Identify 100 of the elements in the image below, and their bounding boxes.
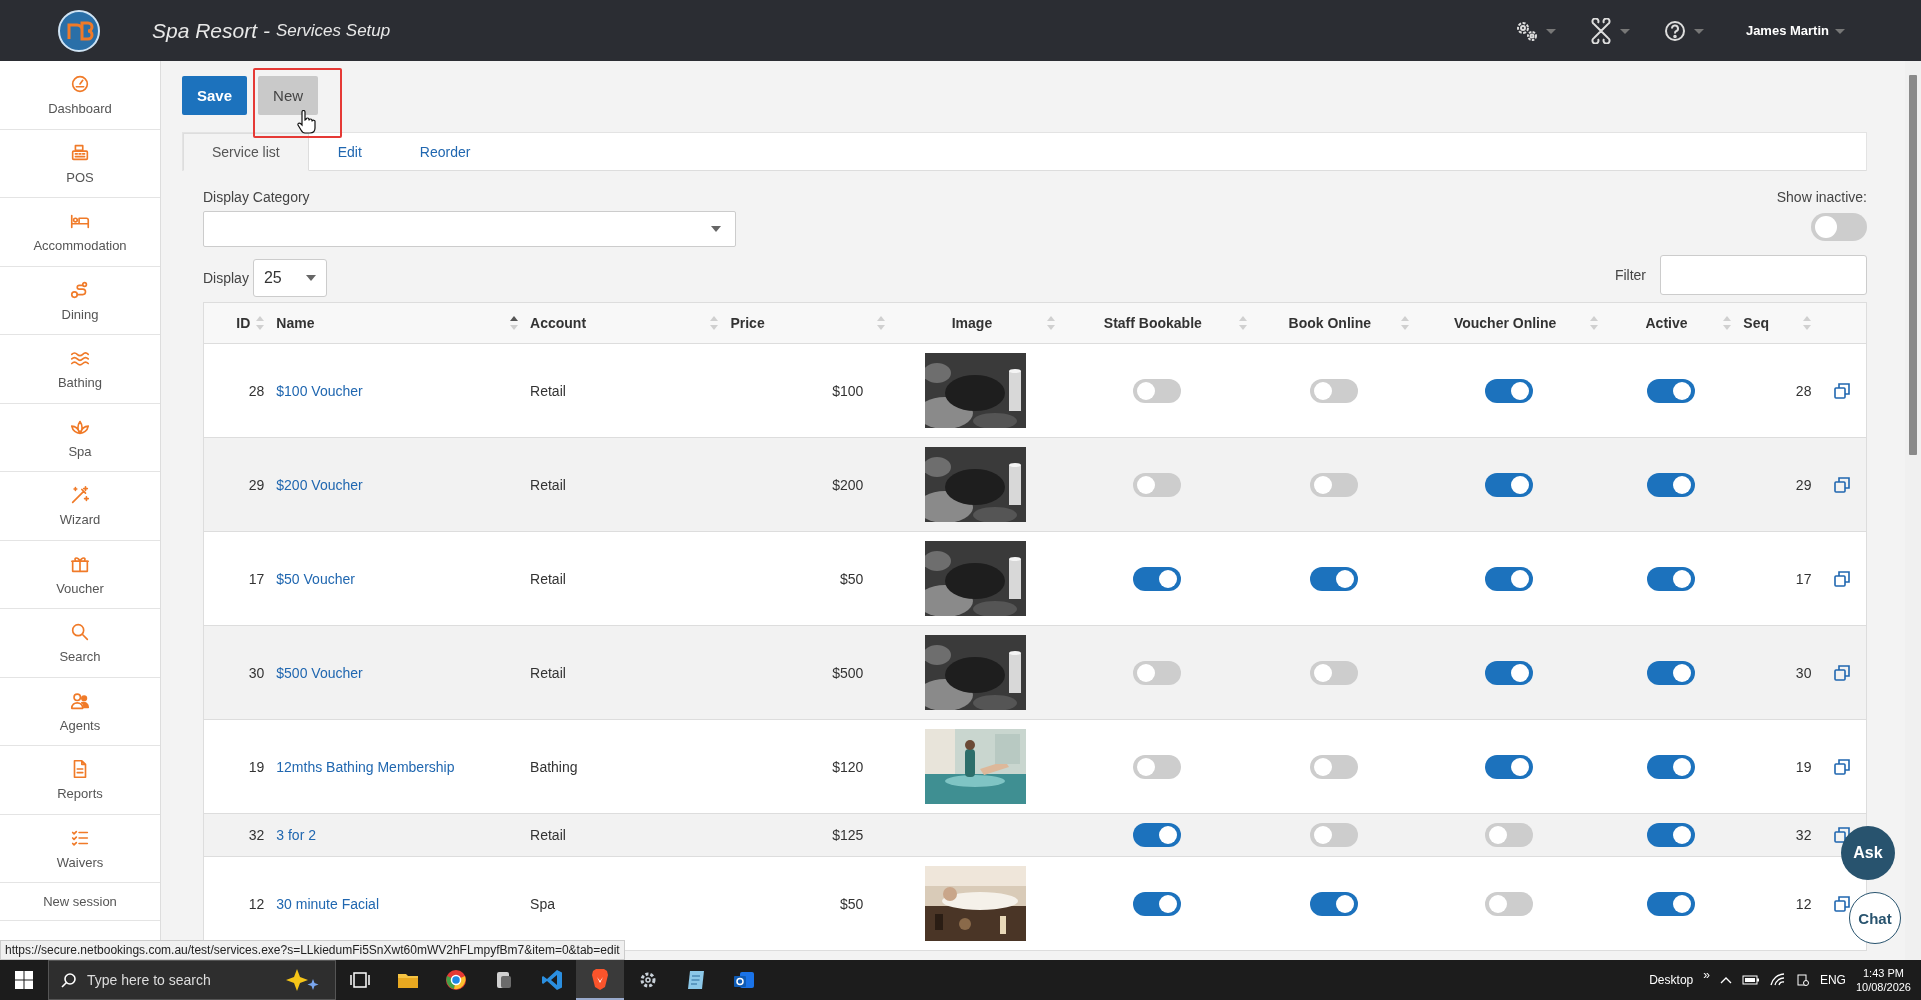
field-label: Display Category — [203, 189, 311, 205]
table-cell: 30 — [248, 664, 265, 681]
toggle-switch[interactable] — [1132, 378, 1181, 403]
service-link[interactable]: $50 Voucher — [276, 570, 355, 587]
battery-icon[interactable] — [1741, 974, 1760, 986]
toggle-switch[interactable] — [1646, 754, 1695, 779]
field-label: Filter — [1614, 267, 1646, 283]
page-subtitle: Services Setup — [275, 20, 391, 41]
toggle-switch[interactable] — [1646, 891, 1695, 916]
toggle-switch[interactable] — [1485, 891, 1534, 916]
service-link[interactable]: $100 Voucher — [276, 382, 363, 399]
toggle-switch[interactable] — [1485, 754, 1534, 779]
table-cell: 30 — [1795, 664, 1812, 681]
toggle-switch[interactable] — [1646, 823, 1695, 847]
tab[interactable]: Edit — [308, 133, 391, 171]
service-link[interactable]: 3 for 2 — [276, 827, 316, 843]
sidebar-link[interactable]: New session — [0, 883, 160, 921]
table-cell: 19 — [1795, 758, 1812, 775]
toggle-switch[interactable] — [1485, 566, 1534, 591]
sidebar-item[interactable]: POS — [0, 129, 160, 198]
taskbar-search-field[interactable]: Type here to search — [48, 960, 336, 1000]
save-button[interactable]: Save — [182, 76, 248, 115]
tab[interactable]: Service list — [183, 133, 309, 171]
service-link[interactable]: $200 Voucher — [276, 476, 363, 493]
table-cell: $200 — [832, 476, 864, 493]
toggle-switch[interactable] — [1309, 891, 1358, 916]
toggle-switch[interactable] — [1309, 472, 1358, 497]
sidebar-item[interactable]: Accommodation — [0, 198, 160, 267]
copy-icon[interactable] — [1833, 664, 1850, 681]
copy-icon[interactable] — [1833, 895, 1850, 912]
toggle-switch[interactable] — [1811, 213, 1867, 241]
table-cell: Bathing — [530, 758, 578, 775]
toolbar-label[interactable]: Desktop — [1649, 973, 1694, 987]
table-cell: 17 — [248, 570, 265, 587]
table-cell: 28 — [1795, 382, 1812, 399]
toggle-switch[interactable] — [1485, 378, 1534, 403]
toggle-switch[interactable] — [1485, 660, 1534, 685]
windows-icon[interactable] — [15, 971, 33, 989]
copy-icon[interactable] — [1833, 758, 1850, 775]
sidebar-item[interactable]: Bathing — [0, 335, 160, 404]
column-header[interactable]: Seq — [1743, 315, 1769, 331]
sidebar-item[interactable]: Waivers — [0, 814, 160, 883]
toggle-switch[interactable] — [1646, 660, 1695, 685]
chevron-text[interactable]: » — [1703, 968, 1710, 982]
toggle-switch[interactable] — [1309, 566, 1358, 591]
sidebar-item[interactable]: Voucher — [0, 540, 160, 609]
user-name[interactable]: James Martin — [1745, 23, 1829, 38]
toggle-switch[interactable] — [1485, 823, 1534, 847]
column-header[interactable]: Price — [730, 315, 765, 331]
toggle-switch[interactable] — [1646, 472, 1695, 497]
column-header[interactable]: Account — [530, 315, 587, 331]
table-cell: $500 — [832, 664, 864, 681]
sidebar-item[interactable]: Search — [0, 609, 160, 678]
toggle-switch[interactable] — [1132, 891, 1181, 916]
table-cell: Retail — [530, 382, 566, 399]
scrollbar-thumb[interactable] — [1909, 75, 1917, 455]
logo-icon[interactable] — [58, 9, 100, 52]
tab[interactable]: Reorder — [390, 133, 500, 171]
toggle-switch[interactable] — [1132, 566, 1181, 591]
toggle-switch[interactable] — [1309, 823, 1358, 847]
service-link[interactable]: 12mths Bathing Membership — [276, 758, 455, 775]
toggle-switch[interactable] — [1132, 754, 1181, 779]
status-url-tooltip: https://secure.netbookings.com.au/test/services.exe?s=LLkiedumFi5SnXwt60mWV2hFLmpyfBm7&item=0&tab=edit — [0, 940, 625, 960]
chevron-up-icon[interactable] — [1719, 976, 1732, 984]
copy-icon[interactable] — [1833, 827, 1850, 843]
wifi-icon[interactable] — [1769, 973, 1786, 987]
ask-button[interactable]: Ask — [1841, 826, 1895, 880]
toggle-switch[interactable] — [1646, 566, 1695, 591]
service-link[interactable]: $500 Voucher — [276, 664, 363, 681]
filter-field[interactable] — [1660, 255, 1867, 295]
toggle-switch[interactable] — [1132, 472, 1181, 497]
copy-icon[interactable] — [1833, 476, 1850, 493]
clock[interactable]: 1:43 PM 10/08/2026 — [1855, 965, 1911, 995]
column-header[interactable]: Name — [276, 315, 315, 331]
browser-icon[interactable] — [444, 968, 468, 992]
sidebar-item[interactable]: Spa — [0, 403, 160, 472]
table-cell: Spa — [530, 895, 555, 912]
table-cell: $100 — [832, 382, 864, 399]
copy-icon[interactable] — [1833, 570, 1850, 587]
sidebar-item[interactable]: Dining — [0, 266, 160, 335]
toggle-switch[interactable] — [1309, 660, 1358, 685]
new-button[interactable]: New — [258, 76, 319, 115]
toggle-switch[interactable] — [1646, 378, 1695, 403]
sidebar-item[interactable]: Wizard — [0, 472, 160, 541]
sidebar-item[interactable]: Reports — [0, 746, 160, 815]
language-indicator[interactable]: ENG — [1819, 973, 1846, 987]
table-cell: 28 — [248, 382, 265, 399]
copy-icon[interactable] — [1833, 382, 1850, 399]
toggle-switch[interactable] — [1309, 378, 1358, 403]
service-link[interactable]: 30 minute Facial — [276, 895, 379, 912]
code-editor-icon[interactable] — [540, 968, 564, 992]
page-size-dropdown[interactable]: 25 — [252, 259, 327, 297]
sidebar-item[interactable]: Dashboard — [0, 61, 160, 130]
toggle-switch[interactable] — [1309, 754, 1358, 779]
sidebar-item[interactable]: Agents — [0, 677, 160, 746]
device-icon[interactable] — [1795, 973, 1810, 987]
toggle-switch[interactable] — [1132, 660, 1181, 685]
toggle-switch[interactable] — [1132, 823, 1181, 847]
toggle-switch[interactable] — [1485, 472, 1534, 497]
sort-icon[interactable] — [510, 316, 519, 330]
